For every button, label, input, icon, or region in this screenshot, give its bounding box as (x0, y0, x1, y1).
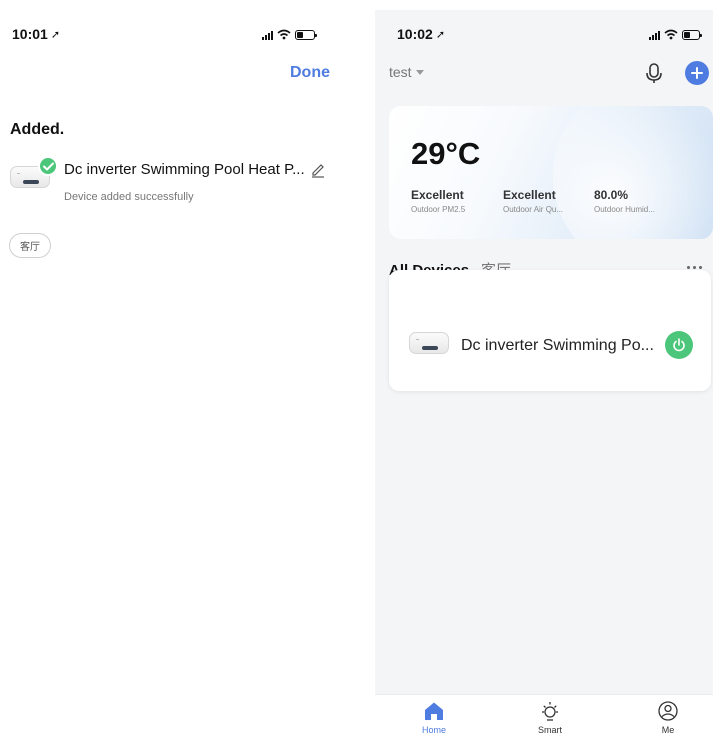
weather-card[interactable]: 29°C Excellent Outdoor PM2.5 Excellent O… (389, 106, 713, 239)
home-screen: 10:02 ➚ test 29°C Excellent Outdoor PM2.… (375, 10, 713, 756)
weather-stat-pm25: Excellent Outdoor PM2.5 (411, 188, 466, 214)
location-arrow-icon: ➚ (435, 28, 446, 41)
weather-stat-air-quality: Excellent Outdoor Air Qu... (503, 188, 564, 214)
device-status-text: Device added successfully (64, 191, 194, 203)
done-button[interactable]: Done (290, 64, 330, 82)
status-icons-left (262, 29, 317, 40)
room-chip[interactable]: 客厅 (9, 233, 51, 258)
device-name: Dc inverter Swimming Po... (461, 337, 654, 354)
water-heater-icon (409, 332, 449, 354)
device-name: Dc inverter Swimming Pool Heat P... (64, 161, 305, 178)
home-icon (425, 702, 443, 720)
device-card[interactable]: Dc inverter Swimming Po... (389, 270, 711, 391)
weather-stat-humidity: 80.0% Outdoor Humid... (594, 188, 655, 214)
bottom-tab-bar: Home Smart Me (375, 694, 713, 756)
tab-smart[interactable]: Smart (520, 701, 580, 735)
signal-icon (649, 30, 660, 40)
caret-down-icon (415, 70, 424, 75)
battery-icon (295, 29, 317, 40)
edit-pencil-icon[interactable] (310, 162, 326, 178)
wifi-icon (664, 29, 678, 40)
status-time: 10:01 (12, 26, 48, 42)
added-device-row: Dc inverter Swimming Pool Heat P... Devi… (10, 156, 330, 208)
power-button[interactable] (665, 331, 693, 359)
temperature: 29°C (411, 136, 481, 171)
location-arrow-icon: ➚ (50, 28, 61, 41)
tab-me[interactable]: Me (638, 701, 698, 735)
status-bar-right: 10:02 ➚ (397, 24, 445, 44)
power-icon (673, 338, 685, 352)
sun-icon (542, 702, 558, 721)
page-title: Added. (10, 121, 65, 138)
home-selector[interactable]: test (389, 64, 424, 80)
profile-icon (658, 701, 678, 721)
signal-icon (262, 30, 273, 40)
more-options-icon[interactable] (687, 266, 702, 269)
plus-icon (691, 67, 703, 79)
add-device-button[interactable] (685, 61, 709, 85)
check-icon (38, 156, 58, 176)
home-name: test (389, 64, 412, 80)
wifi-icon (277, 29, 291, 40)
status-bar-left: 10:01 ➚ (12, 24, 60, 44)
status-time: 10:02 (397, 26, 433, 42)
battery-icon (682, 29, 702, 40)
microphone-icon[interactable] (644, 62, 664, 84)
device-added-screen: 10:01 ➚ Done Added. Dc inverter Swimming… (0, 0, 345, 756)
tab-home[interactable]: Home (404, 701, 464, 735)
status-icons-right (649, 29, 702, 40)
